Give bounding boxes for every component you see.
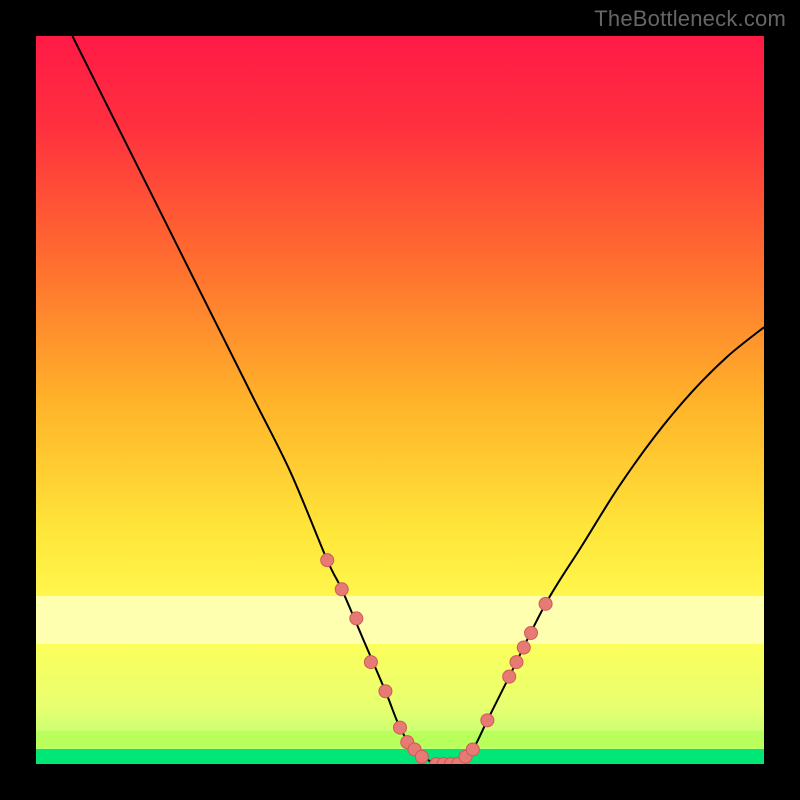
highlight-dot: [321, 554, 334, 567]
highlight-dot: [481, 714, 494, 727]
highlight-dot: [510, 656, 523, 669]
highlight-dot: [503, 670, 516, 683]
highlight-dot: [539, 597, 552, 610]
highlight-dot: [466, 743, 479, 756]
plot-area: [36, 36, 764, 764]
attribution-text: TheBottleneck.com: [594, 6, 786, 32]
outer-frame: TheBottleneck.com: [0, 0, 800, 800]
highlight-dot: [517, 641, 530, 654]
highlight-dot: [379, 685, 392, 698]
highlight-dot: [350, 612, 363, 625]
highlight-dot: [415, 750, 428, 763]
highlight-dot: [394, 721, 407, 734]
highlight-dot: [525, 626, 538, 639]
highlight-dots: [36, 36, 764, 764]
highlight-dot: [335, 583, 348, 596]
highlight-dot: [364, 656, 377, 669]
